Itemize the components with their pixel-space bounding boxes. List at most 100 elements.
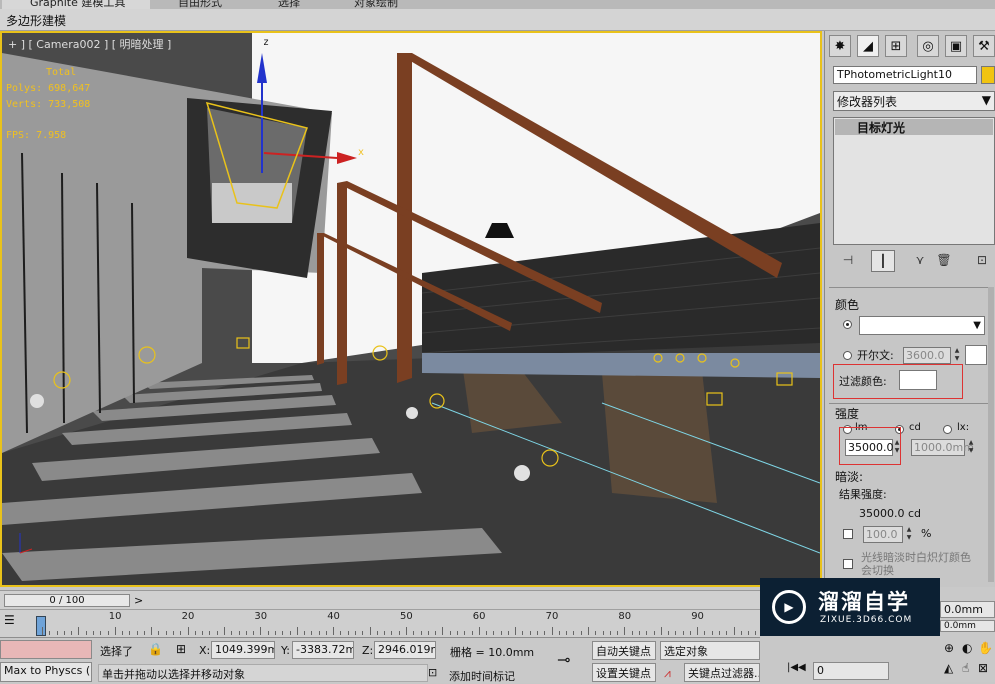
current-frame-field[interactable]: 0 [813,662,889,680]
modifier-stack[interactable]: 目标灯光 [833,117,995,245]
modifier-list-dropdown[interactable]: 修改器列表 ▼ [833,91,995,111]
timeline-tick [464,631,466,635]
watermark-url: ZIXUE.3D66.COM [820,615,913,625]
pan-icon[interactable]: ✋ [978,641,993,655]
set-key-button[interactable]: 设置关键点 [592,663,656,682]
auto-key-button[interactable]: 自动关键点 [592,641,656,660]
right-value-field-1[interactable]: 0.0mm [940,601,995,618]
dimming-percent-spinner[interactable]: ▲ ▼ [905,526,913,543]
stats-fps: FPS: 7.958 [6,130,67,141]
timeline-tick [376,631,378,635]
kelvin-radio[interactable] [843,351,852,360]
y-coordinate-field[interactable]: -3383.72m [292,641,354,659]
prompt-line: 单击并拖动以选择并移动对象 [98,664,428,682]
kelvin-label: 开尔文: [857,349,894,362]
right-value-field-2[interactable]: 0.0mm [940,620,995,632]
maxscript-listener-top[interactable] [0,640,92,659]
timeline-tick [719,631,721,635]
create-tab-icon[interactable]: ✸ [829,35,851,57]
camera-viewport[interactable]: + ] [ Camera002 ] [ 明暗处理 ] Total Polys: … [0,31,822,587]
key-icon[interactable]: ⊸ [557,650,570,669]
watermark: ▶ 溜溜自学 ZIXUE.3D66.COM [760,578,940,636]
curve-editor-icon[interactable]: ☰ [4,613,22,633]
time-tag-icon[interactable]: ⊡ [428,666,437,679]
configure-sets-icon[interactable]: ⊡ [971,250,993,270]
kelvin-spinner[interactable]: ▲ ▼ [953,347,961,364]
timeline-tick [646,631,648,635]
z-coordinate-field[interactable]: 2946.019m [374,641,436,659]
orbit-icon[interactable]: ◐ [962,641,972,655]
utilities-tab-icon[interactable]: ⚒ [973,35,995,57]
timeline-tick [449,631,451,635]
timeline-tick [274,631,276,635]
panel-scrollbar[interactable] [988,287,994,582]
modify-tab-icon[interactable]: ◢ [857,35,879,57]
timeline-tick [122,631,124,635]
fov-icon[interactable]: ◭ [944,661,953,675]
object-color-swatch[interactable] [981,66,995,84]
zoom-icon[interactable]: ⊕ [944,641,954,655]
next-frame-button[interactable]: > [134,594,143,607]
timeline-tick [114,627,116,635]
maximize-viewport-icon[interactable]: ⊠ [978,661,988,675]
time-slider-bar: 0 / 100 > [0,590,760,610]
maxscript-listener[interactable]: Max to Physcs ( [0,662,92,682]
timeline-tick-label: 30 [254,611,268,622]
stats-total-label: Total [46,67,77,78]
dimming-percent-checkbox[interactable] [843,529,853,539]
remove-modifier-icon[interactable]: 🗑 [933,250,955,270]
stats-verts: Verts: 733,508 [6,99,91,110]
viewport-label[interactable]: + ] [ Camera002 ] [ 明暗处理 ] [8,36,171,52]
timeline-tick [726,631,728,635]
timeline-tick [78,627,80,635]
timeline-tick [486,631,488,635]
timeline-tick [566,631,568,635]
timeline-tick [609,631,611,635]
polygon-modeling-label[interactable]: 多边形建模 [6,12,66,29]
hierarchy-tab-icon[interactable]: ⊞ [885,35,907,57]
absolute-mode-icon[interactable]: ⊞ [176,642,186,656]
timeline-tick [107,631,109,635]
stats-polys: Polys: 698,647 [6,83,91,94]
timeline-tick [340,631,342,635]
time-cursor[interactable] [36,616,46,636]
watermark-title: 溜溜自学 [818,590,910,614]
incandescent-checkbox[interactable] [843,559,853,569]
track-bar[interactable]: ☰ 10 20 30 40 50 60 70 80 90 [0,609,771,638]
time-slider[interactable]: 0 / 100 [4,594,130,607]
kelvin-color-swatch[interactable] [965,345,987,365]
key-filters-button[interactable]: 关键点过滤器... [684,663,760,682]
show-end-result-icon[interactable]: ┃ [871,250,895,272]
timeline-tick [187,627,189,635]
lx-distance-spinner[interactable]: ▲ ▼ [967,439,975,456]
selection-set-dropdown[interactable]: 选定对象 [660,641,760,660]
timeline-tick [56,631,58,635]
timeline-tick [100,631,102,635]
timeline-tick [173,631,175,635]
timeline-tick [267,631,269,635]
lock-icon[interactable]: 🔒 [148,642,163,656]
kelvin-field[interactable]: 3600.0 [903,347,951,364]
viewport-nav-controls: 0.0mm 0.0mm ⊕ ◐ ✋ ◭ ☝ ⊠ [940,587,995,682]
timeline-tick [85,631,87,635]
pin-stack-icon[interactable]: ⊣ [837,250,859,270]
make-unique-icon[interactable]: ⋎ [909,250,931,270]
walk-icon[interactable]: ☝ [962,661,969,675]
motion-tab-icon[interactable]: ◎ [917,35,939,57]
key-mode-icon[interactable]: ⩘ [664,666,671,681]
color-preset-radio[interactable] [843,320,852,329]
timeline-tick [427,631,429,635]
dimming-percent-field[interactable]: 100.0 [863,526,903,543]
unit-lx-radio[interactable] [943,425,952,434]
display-tab-icon[interactable]: ▣ [945,35,967,57]
lx-distance-field[interactable]: 1000.0mm [911,439,974,456]
timeline-tick [318,631,320,635]
x-coordinate-field[interactable]: 1049.399m [211,641,275,659]
timeline-tick [675,631,677,635]
color-preset-dropdown[interactable]: ▼ [859,316,985,335]
timeline-tick [42,627,43,635]
timeline-tick [493,631,495,635]
timeline-tick [245,631,247,635]
object-name-field[interactable]: TPhotometricLight10 [833,66,977,84]
stack-item-target-light[interactable]: 目标灯光 [835,119,993,135]
